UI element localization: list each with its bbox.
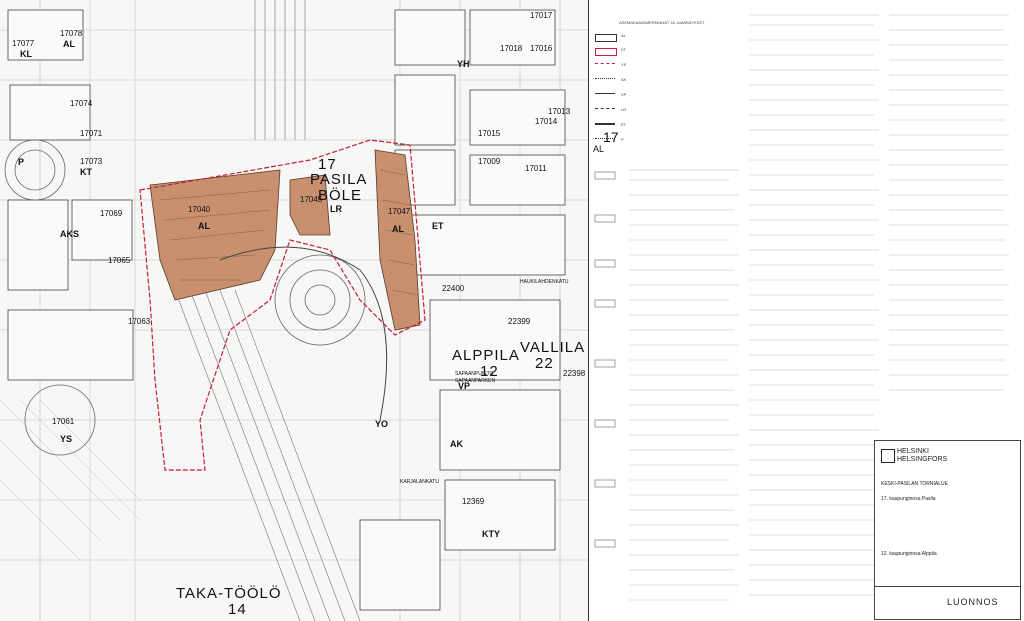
block-label: 17018 bbox=[500, 44, 523, 53]
zone-code: KTY bbox=[482, 529, 500, 539]
block-label: 17078 bbox=[60, 29, 83, 38]
block-label: 22400 bbox=[442, 284, 465, 293]
development-areas bbox=[149, 149, 421, 331]
zone-code: YO bbox=[375, 419, 389, 429]
district-number-pasila: 17 bbox=[318, 156, 337, 173]
district-name-pasila: PASILA bbox=[310, 171, 368, 188]
block-label: 17069 bbox=[100, 209, 123, 218]
zone-code: YS bbox=[60, 434, 73, 444]
zone-code: P bbox=[18, 157, 25, 167]
block-label: 17013 bbox=[548, 107, 571, 116]
block-label: 17073 bbox=[80, 157, 103, 166]
zone-code: LR bbox=[330, 204, 342, 214]
block-label: 17063 bbox=[128, 317, 151, 326]
district-name-alppila: ALPPILA bbox=[452, 347, 520, 364]
block-label: 17077 bbox=[12, 39, 35, 48]
block-label: 17065 bbox=[108, 256, 131, 265]
map-area: 17 PASILA BÖLE ALPPILA 12 VALLILA 22 TAK… bbox=[0, 0, 589, 621]
street-name: KARJALANKATU bbox=[400, 479, 439, 485]
status-block: LUONNOS bbox=[874, 586, 1021, 620]
project-line: 17. kaupunginosa Pasila bbox=[881, 496, 936, 502]
project-line: 12. kaupunginosa Alppila bbox=[881, 551, 937, 557]
block-label: 17040 bbox=[188, 205, 211, 214]
zone-code: AL bbox=[198, 221, 210, 231]
block-label: 17061 bbox=[52, 417, 75, 426]
helsinki-crest-icon bbox=[881, 449, 895, 463]
park-name-sv: SAPAANPARKEN bbox=[455, 378, 496, 384]
district-name-vallila: VALLILA bbox=[520, 339, 586, 356]
street-name: HAUKILAHDENKATU bbox=[520, 279, 569, 285]
block-label: 17074 bbox=[70, 99, 93, 108]
block-label: 17071 bbox=[80, 129, 103, 138]
legend-panel: ASEMAKAAVAMERKINNÄT JA -MÄÄRÄYKSET AL KT… bbox=[589, 0, 1024, 621]
block-label: 17047 bbox=[388, 207, 411, 216]
block-label: 17014 bbox=[535, 117, 558, 126]
zone-code: YH bbox=[457, 59, 470, 69]
plan-drawing bbox=[0, 0, 588, 621]
district-name-bole: BÖLE bbox=[318, 187, 363, 204]
zone-code: AK bbox=[450, 439, 463, 449]
city-name: HELSINKI bbox=[897, 448, 929, 455]
park-name: SAPAANPUISTO bbox=[455, 371, 494, 377]
block-label: 17045 bbox=[300, 195, 323, 204]
block-label: 17016 bbox=[530, 44, 553, 53]
zone-code: AL bbox=[392, 224, 404, 234]
district-number-taka-toolo: 14 bbox=[228, 601, 247, 618]
block-label: 17011 bbox=[525, 164, 547, 173]
project-name: KESKI-PASILAN TORNIALUE bbox=[881, 481, 948, 487]
zone-code: KL bbox=[20, 49, 32, 59]
zone-code: KT bbox=[80, 167, 92, 177]
city-name-sv: HELSINGFORS bbox=[897, 456, 948, 463]
zone-code: AL bbox=[63, 39, 75, 49]
status-text: LUONNOS bbox=[947, 597, 999, 607]
block-label: 17009 bbox=[478, 157, 501, 166]
zone-code: AKS bbox=[60, 229, 80, 239]
block-label: 22399 bbox=[508, 317, 531, 326]
block-label: 17015 bbox=[478, 129, 501, 138]
zone-code: ET bbox=[432, 221, 444, 231]
district-name-taka-toolo: TAKA-TÖÖLÖ bbox=[176, 585, 282, 602]
rail-tracks bbox=[174, 0, 361, 621]
block-label: 12369 bbox=[462, 497, 485, 506]
block-label: 17017 bbox=[530, 11, 553, 20]
block-label: 22398 bbox=[563, 369, 586, 378]
district-number-vallila: 22 bbox=[535, 355, 554, 372]
